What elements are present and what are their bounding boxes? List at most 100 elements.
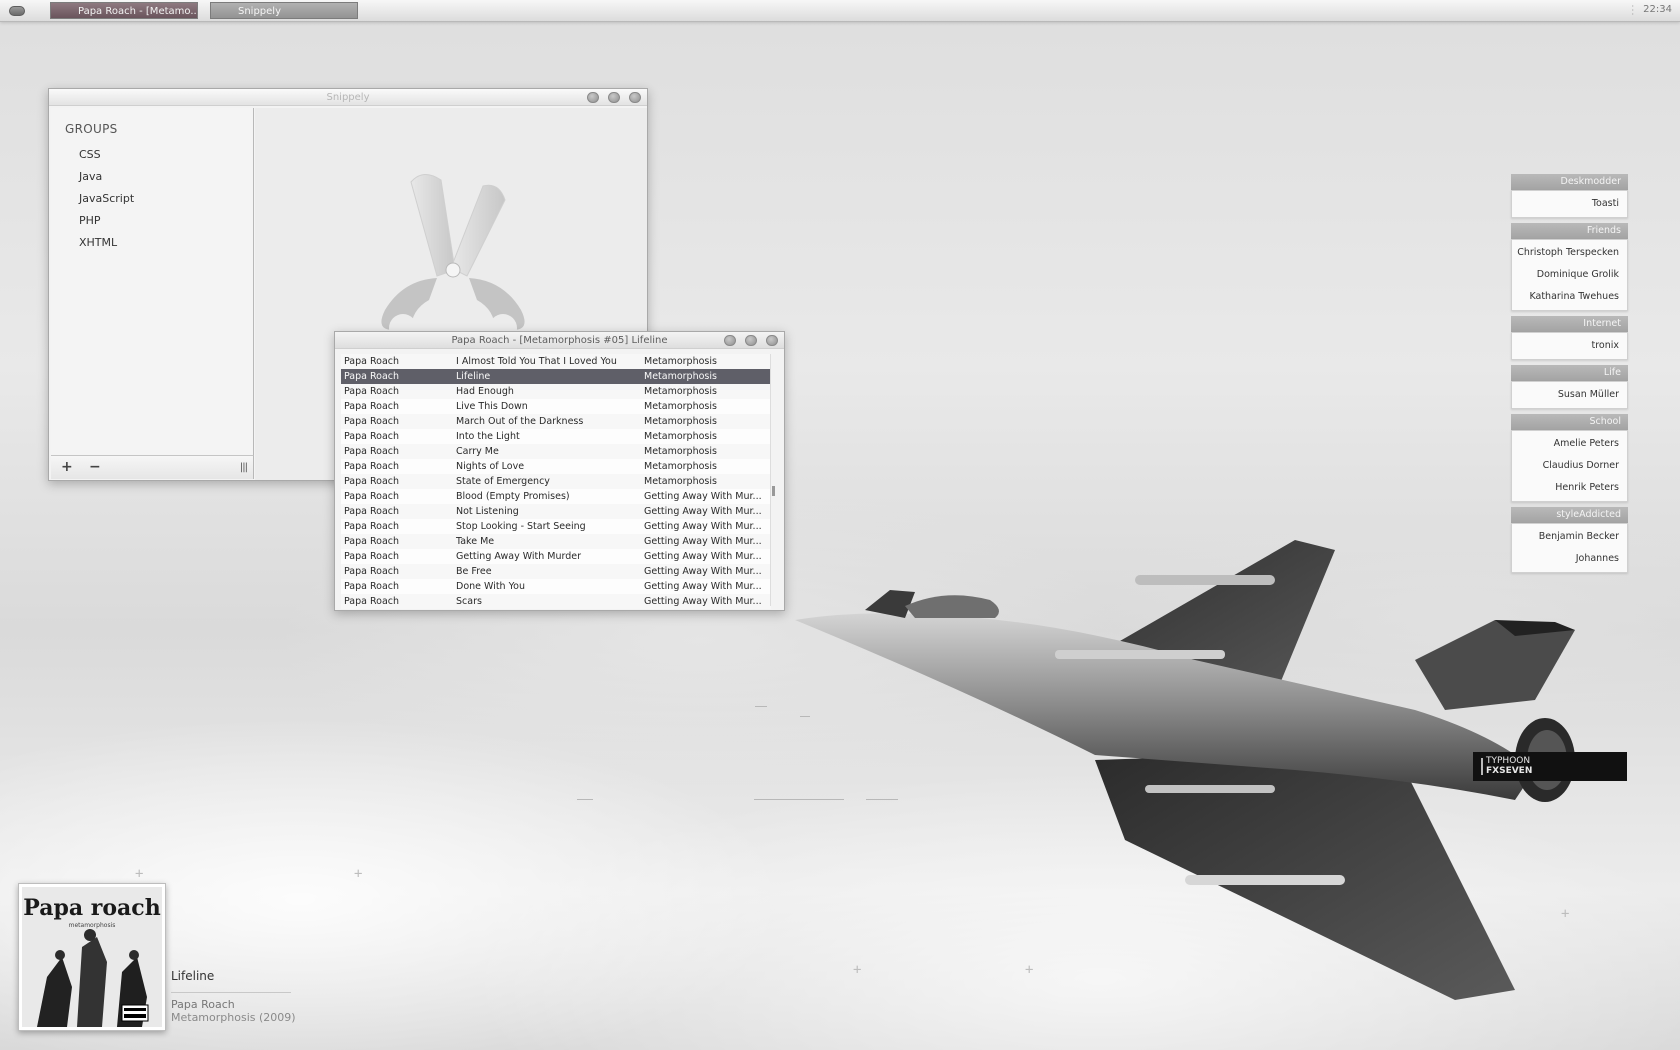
track-title: I Almost Told You That I Loved You [456,356,617,367]
track-title: March Out of the Darkness [456,416,584,427]
track-artist: Papa Roach [344,566,400,577]
track-title: Not Listening [456,506,519,517]
track-title: Take Me [456,536,495,547]
track-title: Into the Light [456,431,520,442]
track-album: Getting Away With Mur... [644,521,762,532]
minimize-button[interactable] [587,92,599,103]
track-row[interactable]: Papa Roach Into the Light Metamorphosis [341,429,771,444]
track-row[interactable]: Papa Roach Nights of Love Metamorphosis [341,459,771,474]
track-title: Blood (Empty Promises) [456,491,570,502]
track-artist: Papa Roach [344,581,400,592]
track-album: Getting Away With Mur... [644,506,762,517]
close-button[interactable] [766,335,778,346]
track-row[interactable]: Papa Roach Stop Looking - Start Seeing Get… [341,519,771,534]
dash-decoration [577,799,593,800]
track-album: Metamorphosis [644,401,717,412]
track-artist: Papa Roach [344,551,400,562]
track-row[interactable]: Papa Roach Done With You Getting Away With… [341,579,771,594]
clock[interactable]: 22:34 [1643,4,1672,15]
track-album: Metamorphosis [644,461,717,472]
track-list-scrollbar[interactable] [770,354,776,606]
album-art-image: Papa roach metamorphosis [22,887,162,1027]
taskbar-task-snippely[interactable]: Snippely [210,2,358,19]
track-album: Getting Away With Mur... [644,536,762,547]
track-artist: Papa Roach [344,461,400,472]
contact-item[interactable]: Claudius Dorner [1512,455,1627,477]
track-row[interactable]: Papa Roach Take Me Getting Away With Mur..… [341,534,771,549]
plus-mark-decoration: + [135,866,144,882]
track-title: Carry Me [456,446,499,457]
track-row[interactable]: Papa Roach Had Enough Metamorphosis [341,384,771,399]
track-artist: Papa Roach [344,401,400,412]
track-album: Getting Away With Mur... [644,581,762,592]
caption-line-1: TYPHOON [1486,756,1531,766]
track-row[interactable]: Papa Roach Blood (Empty Promises) Getting … [341,489,771,504]
minimize-button[interactable] [724,335,736,346]
contact-item[interactable]: Henrik Peters [1512,477,1627,499]
contact-item[interactable]: Christoph Terspecken [1512,242,1627,264]
track-row[interactable]: Papa Roach State of Emergency Metamorphosi… [341,474,771,489]
player-titlebar[interactable]: Papa Roach - [Metamorphosis #05] Lifelin… [335,332,784,349]
taskbar-task-player[interactable]: Papa Roach - [Metamo... [50,2,198,19]
group-item-xhtml[interactable]: XHTML [79,232,134,254]
track-row[interactable]: Papa Roach Scars Getting Away With Mur... [341,594,771,609]
track-album: Metamorphosis [644,371,717,382]
track-album: Metamorphosis [644,386,717,397]
close-button[interactable] [629,92,641,103]
remove-group-button[interactable]: − [89,459,101,475]
contact-item[interactable]: Amelie Peters [1512,433,1627,455]
scrollbar-thumb[interactable] [772,486,775,496]
group-item-javascript[interactable]: JavaScript [79,188,134,210]
track-row[interactable]: Papa Roach Lifeline Metamorphosis [341,369,771,384]
contact-group-header[interactable]: Deskmodder [1511,174,1628,190]
album-cover[interactable]: Papa roach metamorphosis [18,883,166,1031]
contact-group-header[interactable]: Life [1511,365,1628,381]
track-artist: Papa Roach [344,431,400,442]
track-row[interactable]: Papa Roach Be Free Getting Away With Mur..… [341,564,771,579]
menu-orb-button[interactable] [9,6,25,16]
track-row[interactable]: Papa Roach Carry Me Metamorphosis [341,444,771,459]
track-album: Metamorphosis [644,416,717,427]
track-row[interactable]: Papa Roach March Out of the Darkness Metam… [341,414,771,429]
contact-item[interactable]: tronix [1512,335,1627,357]
contact-group-header[interactable]: styleAddicted [1511,507,1628,523]
track-album: Metamorphosis [644,431,717,442]
contact-item[interactable]: Dominique Grolik [1512,264,1627,286]
track-album: Metamorphosis [644,476,717,487]
track-title: Getting Away With Murder [456,551,582,562]
track-album: Getting Away With Mur... [644,491,762,502]
track-row[interactable]: Papa Roach Live This Down Metamorphosis [341,399,771,414]
track-album: Getting Away With Mur... [644,596,762,607]
track-row[interactable]: Papa Roach Not Listening Getting Away With… [341,504,771,519]
resize-grip-icon[interactable]: ||| [240,462,248,473]
window-title: Snippely [326,92,370,103]
group-item-php[interactable]: PHP [79,210,134,232]
track-artist: Papa Roach [344,506,400,517]
track-album: Metamorphosis [644,446,717,457]
maximize-button[interactable] [745,335,757,346]
contact-group-header[interactable]: School [1511,414,1628,430]
contact-group-header[interactable]: Internet [1511,316,1628,332]
track-artist: Papa Roach [344,536,400,547]
track-row[interactable]: Papa Roach I Almost Told You That I Loved… [341,354,771,369]
window-title: Papa Roach - [Metamorphosis #05] Lifelin… [451,335,668,346]
contact-item[interactable]: Susan Müller [1512,384,1627,406]
plus-mark-decoration: + [354,866,363,882]
track-title: Scars [456,596,482,607]
contact-item[interactable]: Toasti [1512,193,1627,215]
tray-grip-icon[interactable]: · · · [1631,3,1634,19]
snippely-titlebar[interactable]: Snippely [49,89,647,106]
maximize-button[interactable] [608,92,620,103]
now-playing-divider [171,992,291,993]
track-artist: Papa Roach [344,356,400,367]
contact-item[interactable]: Katharina Twehues [1512,286,1627,308]
groups-sidebar: GROUPS CSS Java JavaScript PHP XHTML [51,108,254,460]
scissors-logo-icon [381,174,525,330]
group-item-css[interactable]: CSS [79,144,134,166]
track-row[interactable]: Papa Roach Getting Away With Murder Gettin… [341,549,771,564]
contact-group-header[interactable]: Friends [1511,223,1628,239]
now-playing-album: Metamorphosis (2009) [171,1011,296,1024]
track-artist: Papa Roach [344,596,400,607]
group-item-java[interactable]: Java [79,166,134,188]
add-group-button[interactable]: + [61,459,73,475]
